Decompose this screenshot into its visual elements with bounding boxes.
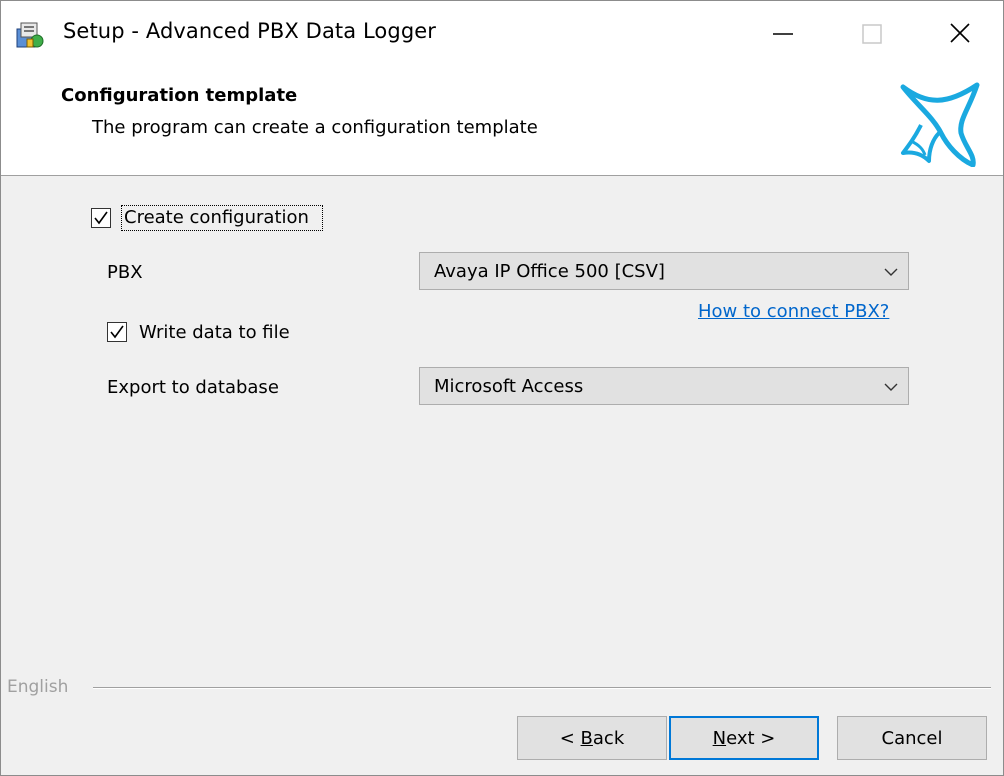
write-data-to-file-label[interactable]: Write data to file (139, 322, 290, 343)
back-button[interactable]: < Back (517, 716, 667, 760)
close-icon (950, 23, 970, 43)
setup-window: Setup - Advanced PBX Data Logger Configu… (0, 0, 1004, 776)
minimize-icon (773, 33, 793, 35)
create-configuration-checkbox[interactable] (91, 208, 111, 228)
write-data-to-file-checkbox[interactable] (107, 322, 127, 342)
back-button-accelerator: B (580, 727, 593, 749)
wizard-content: Create configuration PBX Avaya IP Office… (1, 176, 1003, 775)
next-button-accelerator: N (712, 727, 727, 749)
checkmark-icon (110, 325, 124, 339)
chevron-down-icon (884, 268, 898, 276)
maximize-button[interactable] (829, 1, 921, 65)
title-bar[interactable]: Setup - Advanced PBX Data Logger (1, 1, 1003, 65)
propeller-logo-icon (889, 75, 989, 168)
export-database-select-value: Microsoft Access (434, 376, 584, 397)
wizard-header: Configuration template The program can c… (1, 65, 1003, 176)
next-button-rest: ext > (726, 727, 776, 749)
page-subtitle: The program can create a configuration t… (92, 117, 538, 138)
pbx-select[interactable]: Avaya IP Office 500 [CSV] (419, 252, 909, 290)
back-button-rest: ack (592, 727, 625, 749)
maximize-icon (862, 24, 882, 44)
close-button[interactable] (911, 1, 1003, 65)
export-database-select[interactable]: Microsoft Access (419, 367, 909, 405)
create-configuration-label[interactable]: Create configuration (124, 207, 309, 228)
pbx-select-value: Avaya IP Office 500 [CSV] (434, 261, 665, 282)
back-button-prefix: < (559, 727, 581, 749)
installer-app-icon (15, 19, 45, 49)
chevron-down-icon (884, 383, 898, 391)
next-button[interactable]: Next > (669, 716, 819, 760)
how-to-connect-pbx-link[interactable]: How to connect PBX? (698, 301, 889, 322)
footer-divider (93, 687, 991, 689)
pbx-label: PBX (107, 262, 143, 283)
checkmark-icon (94, 211, 108, 225)
window-title: Setup - Advanced PBX Data Logger (63, 19, 436, 43)
language-label: English (7, 677, 69, 697)
page-title: Configuration template (61, 85, 298, 106)
minimize-button[interactable] (737, 1, 829, 65)
cancel-button[interactable]: Cancel (837, 716, 987, 760)
export-to-database-label: Export to database (107, 377, 279, 398)
